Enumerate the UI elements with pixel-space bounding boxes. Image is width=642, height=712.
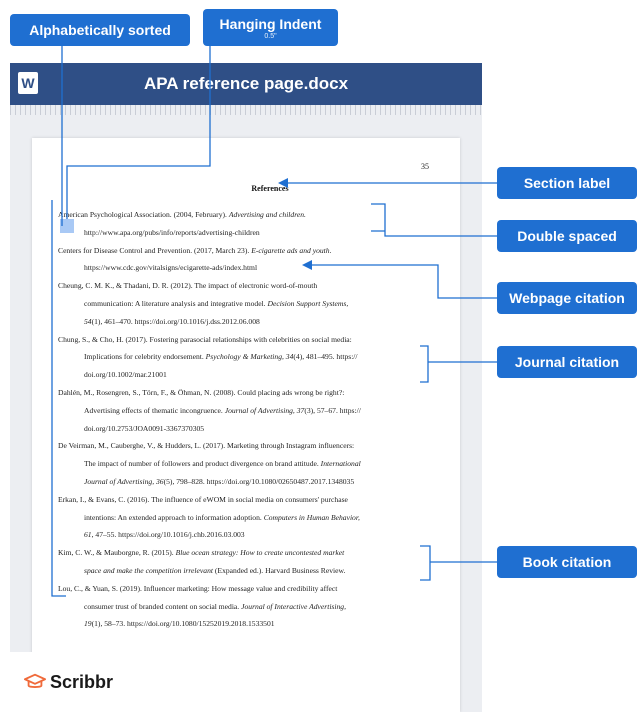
connector-journal-citation bbox=[420, 345, 497, 383]
scribbr-wordmark: Scribbr bbox=[50, 671, 114, 692]
connector-lines bbox=[51, 46, 497, 597]
arrowhead-webpage-citation bbox=[302, 260, 312, 270]
connector-book-citation bbox=[420, 545, 497, 581]
connector-alphabetical-bracket bbox=[51, 200, 66, 597]
connector-double-spaced bbox=[371, 203, 497, 237]
connector-webpage-citation bbox=[305, 264, 497, 299]
scribbr-mortarboard-icon bbox=[24, 673, 46, 688]
arrowhead-section-label bbox=[278, 178, 288, 188]
connector-hanging-indent bbox=[66, 46, 211, 219]
scribbr-brand: Scribbr bbox=[10, 652, 150, 712]
